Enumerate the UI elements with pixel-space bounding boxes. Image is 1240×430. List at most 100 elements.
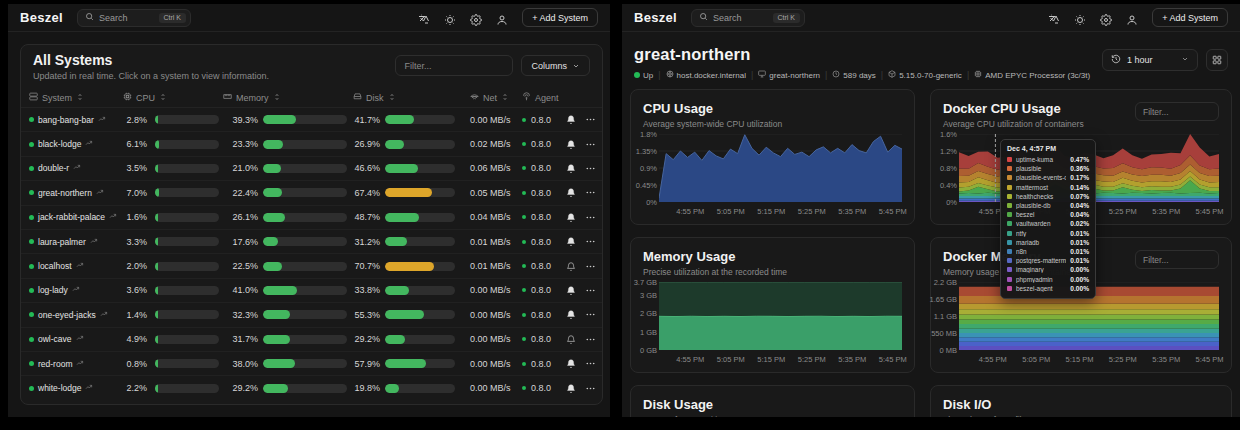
- row-actions-icon[interactable]: [580, 187, 600, 198]
- system-row-bang-bang-bar[interactable]: bang-bang-bar2.8%39.3%41.7%0.00 MB/s0.8.…: [21, 108, 602, 132]
- column-header-system[interactable]: System: [29, 92, 123, 103]
- time-range-select[interactable]: 1 hour: [1102, 49, 1198, 71]
- system-row-great-northern[interactable]: great-northern7.0%22.4%67.4%0.05 MB/s0.8…: [21, 181, 602, 205]
- column-header-disk[interactable]: Disk: [347, 92, 460, 103]
- alerts-bell-icon[interactable]: [562, 212, 580, 223]
- systems-filter-input[interactable]: [395, 55, 513, 76]
- cpu-value: 3.6%: [123, 285, 147, 295]
- column-header-cpu[interactable]: CPU: [123, 92, 223, 103]
- memory-meter: [263, 237, 347, 246]
- add-system-button[interactable]: + Add System: [522, 8, 598, 27]
- user-icon[interactable]: [496, 12, 508, 24]
- theme-toggle-icon[interactable]: [444, 12, 456, 24]
- card-title: Memory Usage: [643, 249, 787, 264]
- disk-value: 31.2%: [354, 237, 380, 247]
- row-actions-icon[interactable]: [580, 212, 600, 223]
- agent-version: 0.8.0: [522, 383, 562, 393]
- row-actions-icon[interactable]: [580, 236, 600, 247]
- alerts-bell-icon[interactable]: [562, 236, 580, 247]
- disk-value: 48.7%: [354, 212, 380, 222]
- column-header-memory[interactable]: Memory: [223, 92, 347, 103]
- system-name: laura-palmer: [38, 237, 86, 247]
- row-actions-icon[interactable]: [580, 163, 600, 174]
- alerts-bell-icon[interactable]: [562, 139, 580, 150]
- charts-grid: CPU UsageAverage system-wide CPU utiliza…: [630, 89, 1232, 417]
- alerts-bell-icon[interactable]: [562, 114, 580, 125]
- container-filter-input[interactable]: [1135, 102, 1219, 121]
- net-value: 0.02 MB/s: [460, 139, 522, 149]
- row-actions-icon[interactable]: [580, 285, 600, 296]
- container-filter-input[interactable]: [1135, 250, 1219, 269]
- agent-version: 0.8.0: [522, 237, 562, 247]
- add-system-button[interactable]: + Add System: [1152, 8, 1228, 27]
- disk-value: 41.7%: [354, 115, 380, 125]
- system-row-black-lodge[interactable]: black-lodge6.1%23.3%26.9%0.02 MB/s0.8.0: [21, 132, 602, 156]
- alerts-bell-icon[interactable]: [562, 285, 580, 296]
- system-name: double-r: [38, 163, 69, 173]
- card-disk_io: Disk I/OThroughput of root filesystem: [930, 385, 1232, 417]
- disk-value: 26.9%: [354, 139, 380, 149]
- row-actions-icon[interactable]: [580, 114, 600, 125]
- alerts-bell-icon[interactable]: [562, 309, 580, 320]
- disk-meter: [385, 164, 455, 173]
- y-axis-labels: 1.8%1.35%0.9%0.45%0%: [633, 134, 659, 202]
- cpu-meter: [155, 213, 219, 222]
- cpu-value: 0.8%: [123, 359, 147, 369]
- row-actions-icon[interactable]: [580, 383, 600, 394]
- theme-toggle-icon[interactable]: [1074, 12, 1086, 24]
- meta-chip: great-northern: [758, 70, 820, 80]
- alerts-bell-icon[interactable]: [562, 187, 580, 198]
- agent-version: 0.8.0: [522, 261, 562, 271]
- alerts-bell-icon[interactable]: [562, 334, 580, 345]
- chart-plot-memory[interactable]: [659, 282, 902, 350]
- search-input[interactable]: Search Ctrl K: [691, 9, 805, 27]
- system-detail: great-northern Up|host.docker.internal|g…: [622, 32, 1240, 417]
- meta-chip: 589 days: [832, 70, 875, 80]
- alerts-bell-icon[interactable]: [562, 261, 580, 272]
- column-header-agent: Agent: [522, 92, 562, 103]
- row-actions-icon[interactable]: [580, 261, 600, 272]
- cpu-meter: [155, 335, 219, 344]
- x-axis-labels: 4:55 PM5:05 PM5:15 PM5:25 PM5:35 PM5:45 …: [659, 355, 902, 365]
- system-row-double-r[interactable]: double-r3.5%21.0%46.6%0.06 MB/s0.8.0: [21, 157, 602, 181]
- cpu-value: 2.8%: [123, 115, 147, 125]
- system-row-one-eyed-jacks[interactable]: one-eyed-jacks1.4%32.3%55.3%0.00 MB/s0.8…: [21, 303, 602, 327]
- system-row-localhost[interactable]: localhost2.0%22.5%70.7%0.01 MB/s0.8.0: [21, 254, 602, 278]
- agent-version: 0.8.0: [522, 115, 562, 125]
- brand-logo: Beszel: [20, 10, 63, 25]
- system-row-laura-palmer[interactable]: laura-palmer3.3%17.6%31.2%0.01 MB/s0.8.0: [21, 230, 602, 254]
- user-icon[interactable]: [1126, 12, 1138, 24]
- memory-value: 32.3%: [232, 310, 258, 320]
- settings-gear-icon[interactable]: [470, 12, 482, 24]
- system-row-red-room[interactable]: red-room0.8%38.0%57.9%0.00 MB/s0.8.0: [21, 352, 602, 376]
- language-icon[interactable]: [1048, 12, 1060, 24]
- tooltip-entry: postgres-mattermost0.01%: [1007, 256, 1089, 265]
- row-actions-icon[interactable]: [580, 139, 600, 150]
- alerts-bell-icon[interactable]: [562, 383, 580, 394]
- system-row-log-lady[interactable]: log-lady3.6%41.0%33.8%0.00 MB/s0.8.0: [21, 279, 602, 303]
- left-topbar: Beszel Search Ctrl K + Add System: [8, 4, 610, 32]
- layout-grid-button[interactable]: [1206, 49, 1228, 71]
- cpu-value: 3.3%: [123, 237, 147, 247]
- system-row-white-lodge[interactable]: white-lodge2.2%29.2%19.8%0.00 MB/s0.8.0: [21, 376, 602, 400]
- y-axis-labels: 1.6%1.2%0.8%0.4%0%: [933, 134, 959, 202]
- search-input[interactable]: Search Ctrl K: [77, 9, 191, 27]
- memory-value: 23.3%: [232, 139, 258, 149]
- row-actions-icon[interactable]: [580, 309, 600, 320]
- alerts-bell-icon[interactable]: [562, 163, 580, 174]
- row-actions-icon[interactable]: [580, 334, 600, 345]
- column-header-net[interactable]: Net: [460, 92, 522, 103]
- alerts-bell-icon[interactable]: [562, 358, 580, 369]
- disk-icon: [353, 92, 362, 103]
- columns-button[interactable]: Columns: [521, 55, 590, 76]
- language-icon[interactable]: [418, 12, 430, 24]
- memory-value: 38.0%: [232, 359, 258, 369]
- tooltip-entry: mattermost0.14%: [1007, 183, 1089, 192]
- row-actions-icon[interactable]: [580, 358, 600, 369]
- system-row-jack-rabbit-palace[interactable]: jack-rabbit-palace1.6%26.1%48.7%0.04 MB/…: [21, 206, 602, 230]
- settings-gear-icon[interactable]: [1100, 12, 1112, 24]
- chart-plot-cpu[interactable]: [659, 134, 902, 202]
- system-row-owl-cave[interactable]: owl-cave4.9%31.7%29.2%0.00 MB/s0.8.0: [21, 328, 602, 352]
- disk-value: 70.7%: [354, 261, 380, 271]
- disk-meter: [385, 237, 455, 246]
